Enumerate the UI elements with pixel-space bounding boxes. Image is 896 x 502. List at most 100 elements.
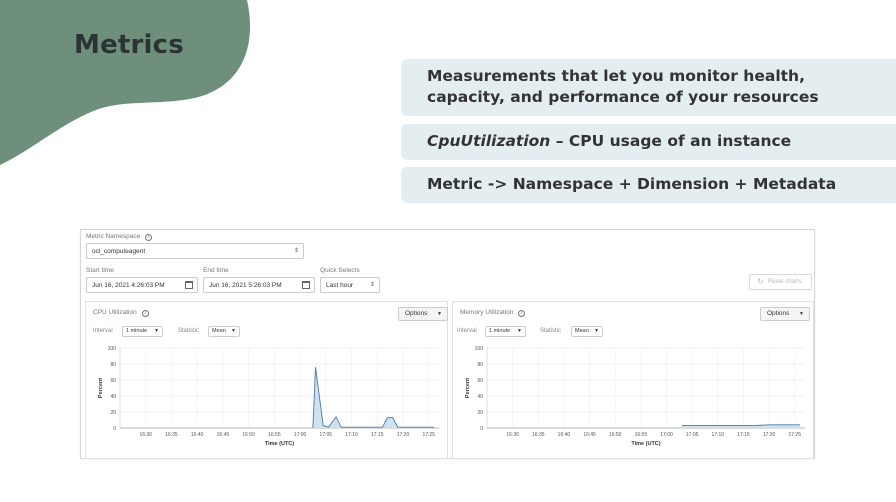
x-tick-label: 17:00	[660, 432, 673, 438]
x-tick-label: 16:40	[558, 432, 571, 438]
reset-charts-label: Reset charts	[768, 279, 802, 285]
start-time-input[interactable]: Jun 16, 2021 4:26:03 PM	[86, 277, 198, 293]
statistic-label: Statistic	[178, 328, 200, 334]
refresh-icon: ↻	[757, 277, 764, 286]
memory-utilization-chart: 0 20 40 60 80 100 16:30 16:35 16:40 16:45 16:50 16:…	[465, 346, 805, 447]
cpu-utilization-chart: 0 20 40 60 80 100 16:30 16:35 16:40 16:45 16:50 16:…	[98, 346, 439, 447]
statistic-label: Statistic	[540, 328, 562, 334]
namespace-value: oci_computeagent	[92, 248, 146, 255]
x-tick-label: 16:40	[191, 432, 204, 438]
info-icon[interactable]: i	[518, 310, 526, 317]
y-tick-label: 0	[480, 426, 483, 432]
chart-title-text: Memory Utilization	[460, 309, 514, 316]
x-tick-label: 16:35	[532, 432, 545, 438]
y-axis-label: Percent	[98, 378, 104, 398]
interval-select[interactable]: 1 minute ▼	[122, 326, 163, 337]
x-tick-label: 16:50	[609, 432, 622, 438]
y-tick-label: 60	[477, 378, 483, 384]
bullet-cpuutilization: CpuUtilization – CPU usage of an instanc…	[401, 124, 896, 160]
namespace-select[interactable]: oci_computeagent ⇕	[86, 243, 304, 259]
series-line	[312, 367, 434, 429]
interval-value: 1 minute	[489, 328, 511, 334]
calendar-icon[interactable]	[302, 281, 310, 289]
cpu-utilization-panel: CPU Utilization i Options ▼ Interval 1 m…	[85, 301, 448, 459]
quick-selects-label: Quick Selects	[320, 267, 360, 274]
x-tick-label: 17:05	[686, 432, 699, 438]
options-label: Options	[405, 310, 428, 317]
y-axis-label: Percent	[465, 378, 471, 398]
caret-down-icon: ▼	[231, 328, 236, 334]
namespace-label: Metric Namespace i	[86, 233, 152, 241]
statistic-select[interactable]: Mean ▼	[571, 326, 603, 337]
x-axis-label: Time (UTC)	[265, 441, 294, 447]
end-time-value: Jun 16, 2021 5:26:03 PM	[209, 282, 282, 289]
y-tick-label: 100	[108, 346, 117, 352]
caret-down-icon: ▼	[437, 311, 442, 317]
bullet-text: Measurements that let you monitor health…	[427, 67, 819, 106]
y-tick-label: 20	[477, 410, 483, 416]
x-tick-label: 16:55	[635, 432, 648, 438]
y-tick-label: 80	[477, 362, 483, 368]
interval-select[interactable]: 1 minute ▼	[485, 326, 526, 337]
interval-label: Interval	[457, 328, 477, 334]
info-icon[interactable]: i	[145, 234, 152, 241]
statistic-value: Mean	[575, 328, 589, 334]
select-arrows-icon: ⇕	[369, 282, 375, 288]
bullet-measurements: Measurements that let you monitor health…	[401, 59, 896, 116]
slide-title: Metrics	[74, 30, 184, 60]
bullet-italic-term: CpuUtilization	[427, 132, 551, 150]
quick-selects-select[interactable]: Last hour ⇕	[320, 277, 380, 293]
bullet-metric-definition: Metric -> Namespace + Dimension + Metada…	[401, 167, 896, 203]
caret-down-icon: ▼	[594, 328, 599, 334]
x-tick-label: 16:30	[506, 432, 519, 438]
select-arrows-icon: ⇕	[293, 248, 299, 254]
interval-label: Interval	[93, 328, 113, 334]
bullet-text: Metric -> Namespace + Dimension + Metada…	[427, 175, 837, 193]
x-tick-label: 17:20	[397, 432, 410, 438]
x-tick-label: 17:05	[320, 432, 333, 438]
x-tick-label: 17:00	[294, 432, 307, 438]
chart-title-text: CPU Utilization	[93, 309, 137, 316]
options-button[interactable]: Options ▼	[760, 307, 810, 321]
end-time-input[interactable]: Jun 16, 2021 5:26:03 PM	[203, 277, 315, 293]
decorative-blob	[0, 0, 251, 165]
start-time-value: Jun 16, 2021 4:26:03 PM	[92, 282, 165, 289]
y-tick-label: 40	[477, 394, 483, 400]
caret-down-icon: ▼	[517, 328, 522, 334]
blob-shape	[0, 0, 251, 165]
options-label: Options	[767, 310, 790, 317]
chart-title: Memory Utilization i	[460, 309, 526, 317]
metrics-console: Metric Namespace i oci_computeagent ⇕ St…	[80, 229, 815, 459]
x-tick-label: 16:45	[583, 432, 596, 438]
interval-value: 1 minute	[126, 328, 148, 334]
series-area	[312, 367, 434, 428]
options-button[interactable]: Options ▼	[398, 307, 448, 321]
memory-utilization-panel: Memory Utilization i Options ▼ Interval …	[452, 301, 814, 459]
y-tick-label: 60	[110, 378, 116, 384]
bullet-text: – CPU usage of an instance	[555, 132, 792, 150]
info-icon[interactable]: i	[141, 310, 149, 317]
x-tick-label: 16:30	[139, 432, 152, 438]
namespace-label-text: Metric Namespace	[86, 233, 141, 240]
end-time-label: End time	[203, 267, 229, 274]
x-axis-label: Time (UTC)	[631, 441, 660, 447]
calendar-icon[interactable]	[185, 281, 193, 289]
x-tick-label: 17:25	[788, 432, 801, 438]
caret-down-icon: ▼	[154, 328, 159, 334]
reset-charts-button[interactable]: ↻ Reset charts	[749, 274, 812, 290]
statistic-value: Mean	[212, 328, 226, 334]
start-time-label: Start time	[86, 267, 114, 274]
y-tick-label: 80	[110, 362, 116, 368]
x-tick-label: 17:15	[737, 432, 750, 438]
x-tick-label: 17:15	[371, 432, 384, 438]
x-tick-label: 17:10	[712, 432, 725, 438]
x-tick-label: 16:35	[165, 432, 178, 438]
quick-selects-value: Last hour	[326, 282, 354, 289]
y-tick-label: 0	[113, 426, 116, 432]
x-tick-label: 17:10	[345, 432, 358, 438]
y-tick-label: 100	[475, 346, 484, 352]
statistic-select[interactable]: Mean ▼	[208, 326, 240, 337]
x-tick-label: 16:55	[268, 432, 281, 438]
y-tick-label: 20	[110, 410, 116, 416]
caret-down-icon: ▼	[799, 311, 804, 317]
